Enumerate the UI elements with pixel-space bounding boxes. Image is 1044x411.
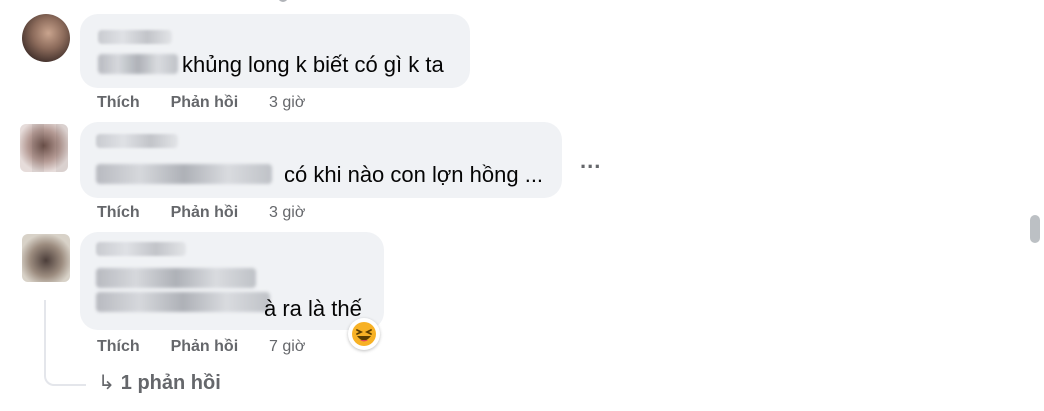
avatar[interactable] <box>22 234 70 282</box>
timestamp[interactable]: 3 giờ <box>269 204 305 221</box>
reply-button[interactable]: Phản hồi <box>171 338 239 355</box>
view-replies-link[interactable]: ↳ 1 phản hồi <box>98 370 221 395</box>
reply-arrow-icon: ↳ <box>98 372 115 394</box>
comment-bubble: khủng long k biết có gì k ta <box>80 14 470 88</box>
comment-actions: Thích Phản hồi 7 giờ <box>97 338 305 356</box>
like-button[interactable]: Thích <box>97 338 140 355</box>
reply-button[interactable]: Phản hồi <box>171 94 239 111</box>
timestamp[interactable]: 7 giờ <box>269 338 305 355</box>
comment-text-blurred <box>96 268 256 288</box>
avatar[interactable] <box>22 14 70 62</box>
avatar-image <box>20 124 68 172</box>
avatar-image <box>22 14 70 62</box>
comment-text: khủng long k biết có gì k ta <box>182 52 444 77</box>
comment-text: có khi nào con lợn hồng ... <box>284 162 544 187</box>
reply-button[interactable]: Phản hồi <box>171 204 239 221</box>
comment-text-blurred <box>98 54 178 74</box>
comment-text: à ra là thế <box>264 296 362 321</box>
scrollbar-thumb[interactable] <box>1030 215 1040 243</box>
comment-actions: Thích Phản hồi 3 giờ <box>97 94 305 112</box>
avatar[interactable] <box>20 124 68 172</box>
laughing-emoji-icon <box>352 322 376 346</box>
comment-text-blurred <box>96 164 272 184</box>
timestamp[interactable]: 3 giờ <box>269 94 305 111</box>
laughing-emoji-reaction[interactable] <box>348 318 380 350</box>
author-name-blurred[interactable] <box>96 242 186 256</box>
author-name-blurred[interactable] <box>98 30 172 44</box>
comment-bubble: có khi nào con lợn hồng ... <box>80 122 562 198</box>
avatar-image <box>22 234 70 282</box>
comment-text-blurred <box>96 292 270 312</box>
view-replies-label: 1 phản hồi <box>120 372 221 394</box>
partial-element-top <box>278 0 288 2</box>
more-options-button[interactable]: ... <box>580 148 601 174</box>
comment-actions: Thích Phản hồi 3 giờ <box>97 204 305 222</box>
author-name-blurred[interactable] <box>96 134 178 148</box>
like-button[interactable]: Thích <box>97 94 140 111</box>
like-button[interactable]: Thích <box>97 204 140 221</box>
comment-bubble: à ra là thế <box>80 232 384 330</box>
